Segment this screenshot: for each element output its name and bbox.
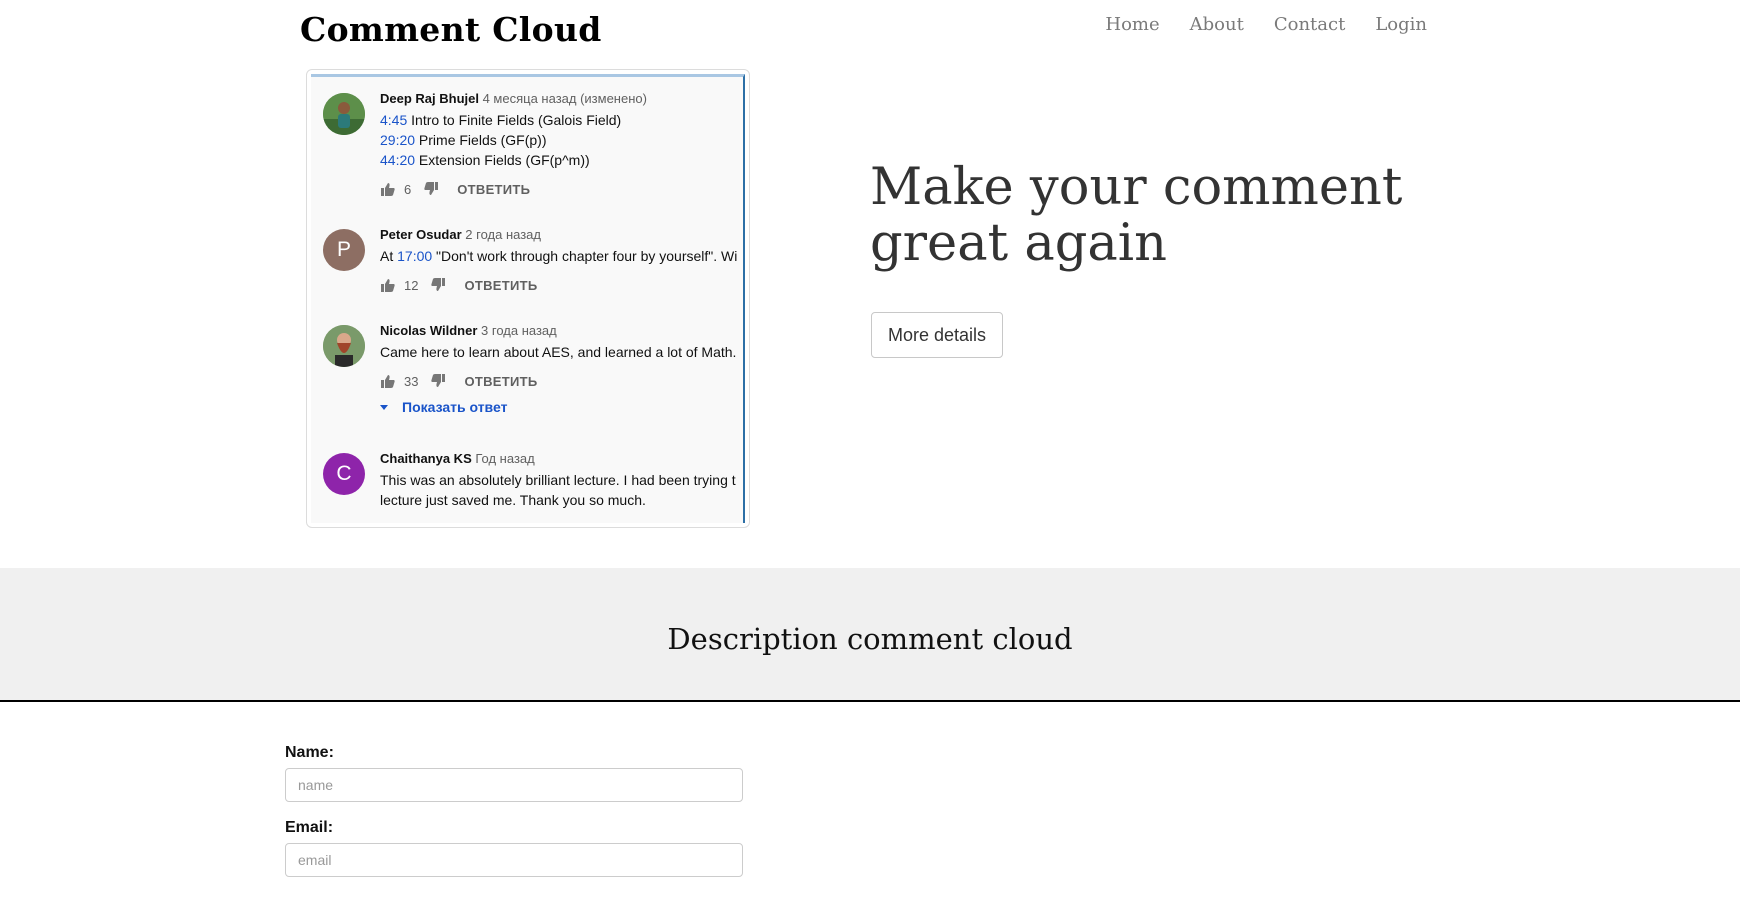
nav-about[interactable]: About (1190, 14, 1244, 35)
contact-form: Name: Email: (285, 744, 743, 877)
nav-contact[interactable]: Contact (1274, 14, 1345, 35)
comment-time: Год назад (475, 451, 535, 466)
reply-button: ОТВЕТИТЬ (464, 373, 538, 389)
user-avatar (323, 325, 365, 367)
user-avatar (323, 93, 365, 135)
description-title: Description comment cloud (667, 622, 1073, 656)
description-section: Description comment cloud (0, 568, 1740, 702)
caret-down-icon (380, 404, 388, 410)
comments-preview-card: Deep Raj Bhujel 4 месяца назад (изменено… (306, 69, 750, 528)
site-brand[interactable]: Comment Cloud (300, 10, 602, 49)
comment-text: This was an absolutely brilliant lecture… (380, 470, 743, 510)
user-avatar: P (323, 229, 365, 271)
like-count: 33 (404, 373, 419, 389)
reply-button: ОТВЕТИТЬ (464, 277, 538, 293)
comment-time: 4 месяца назад (изменено) (482, 91, 647, 106)
show-replies-label: Показать ответ (402, 399, 508, 415)
name-input[interactable] (285, 768, 743, 802)
thumbs-down-icon (431, 278, 446, 291)
name-label: Name: (285, 744, 334, 761)
timestamp-link: 4:45 (380, 112, 408, 128)
email-label: Email: (285, 819, 334, 836)
email-input[interactable] (285, 843, 743, 877)
comment-line: This was an absolutely brilliant lecture… (380, 472, 736, 488)
comment-time: 2 года назад (465, 227, 541, 242)
thumbs-up-icon (381, 375, 395, 388)
comment-text: Came here to learn about AES, and learne… (380, 344, 737, 360)
timestamp-link: 17:00 (397, 248, 433, 264)
comment-actions: 33 ОТВЕТИТЬ (380, 373, 743, 389)
main-nav: Home About Contact Login (1075, 14, 1427, 35)
comment-time: 3 года назад (481, 323, 557, 338)
reply-button: ОТВЕТИТЬ (457, 181, 531, 197)
timestamp-link: 44:20 (380, 152, 416, 168)
nav-login[interactable]: Login (1375, 14, 1427, 35)
timestamp-link: 29:20 (380, 132, 416, 148)
comment-line: At (380, 248, 398, 264)
comment-line: Prime Fields (GF(p)) (415, 132, 547, 148)
user-avatar: C (323, 453, 365, 495)
comments-preview-image: Deep Raj Bhujel 4 месяца назад (изменено… (311, 74, 745, 523)
comment-author: Peter Osudar (380, 227, 462, 242)
hero-title: Make your comment great again (870, 158, 1403, 273)
comment-line: "Don't work through chapter four by your… (432, 248, 738, 264)
show-replies-toggle: Показать ответ (380, 399, 743, 415)
comment-author: Chaithanya KS (380, 451, 472, 466)
comment-actions: 6 ОТВЕТИТЬ (380, 181, 743, 197)
like-count: 6 (404, 181, 412, 197)
comment-actions: 12 ОТВЕТИТЬ (380, 277, 743, 293)
thumbs-down-icon (424, 182, 439, 195)
nav-home[interactable]: Home (1105, 14, 1159, 35)
comment-text: At 17:00 "Don't work through chapter fou… (380, 246, 743, 266)
more-details-button[interactable]: More details (871, 312, 1003, 358)
comment-line: Intro to Finite Fields (Galois Field) (407, 112, 622, 128)
comment-author: Deep Raj Bhujel (380, 91, 479, 106)
thumbs-up-icon (381, 279, 395, 292)
comment-author: Nicolas Wildner (380, 323, 478, 338)
comment-line: lecture just saved me. Thank you so much… (380, 492, 646, 508)
comment-line: Extension Fields (GF(p^m)) (415, 152, 590, 168)
thumbs-down-icon (431, 374, 446, 387)
thumbs-up-icon (381, 183, 395, 196)
like-count: 12 (404, 277, 419, 293)
comment-text: 4:45 Intro to Finite Fields (Galois Fiel… (380, 110, 743, 170)
